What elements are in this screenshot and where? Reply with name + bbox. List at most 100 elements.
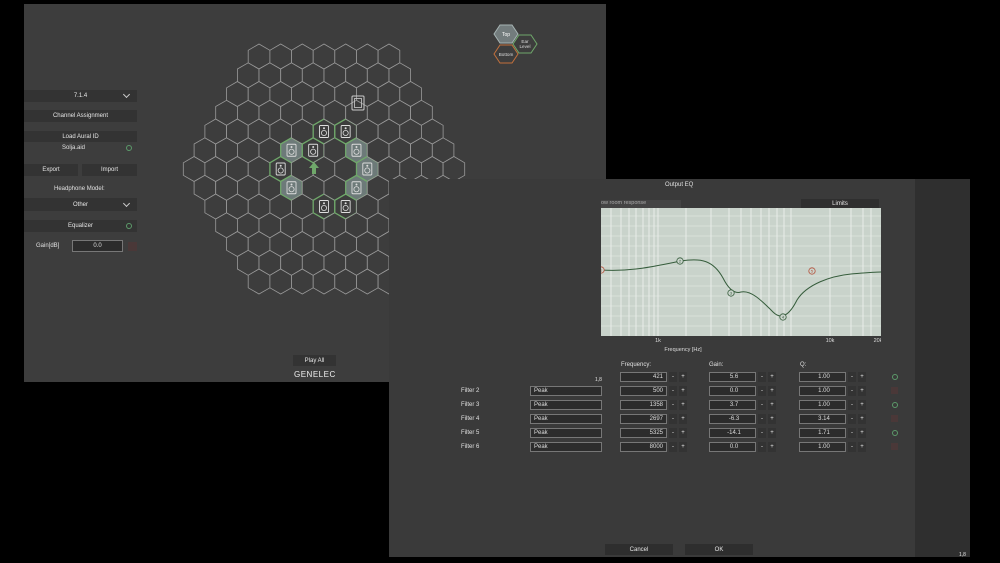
ok-button[interactable]: OK [685,544,753,555]
frequency-decrement-button[interactable]: - [669,428,677,438]
frequency-increment-button[interactable]: + [679,400,687,410]
filter-row: Filter 3 Peak 1358- +3.7- +1.00- + [389,400,915,411]
equalizer-button[interactable]: Equalizer [24,220,137,232]
gain-input[interactable]: 0.0 [72,240,123,252]
frequency-value: 1358 [649,402,663,408]
headphone-model-select[interactable]: Other [24,198,137,211]
q-decrement-button[interactable]: - [848,400,856,410]
frequency-decrement-button[interactable]: - [669,372,677,382]
filter-enable-icon[interactable] [892,430,898,436]
filter-type-select[interactable]: Peak [530,400,602,410]
q-decrement-button[interactable]: - [848,414,856,424]
frequency-input[interactable]: 2697 [620,414,667,424]
gain-input[interactable]: 0.0 [709,442,756,452]
room-response-tab[interactable]: ow room response [601,200,681,208]
filter-row: Filter 5 Peak 5325- + -14.1- +1.71- + [389,428,915,439]
q-decrement-button[interactable]: - [848,372,856,382]
limits-label: Limits [832,200,848,207]
frequency-input[interactable]: 500 [620,386,667,396]
q-input[interactable]: 1.00 [799,372,846,382]
frequency-input[interactable]: 421 [620,372,667,382]
q-value: 1.00 [818,374,830,380]
import-button[interactable]: Import [82,164,137,176]
aural-status-indicator-icon [126,145,132,151]
col-q-header: Q: [800,362,807,368]
headphone-model-label: Headphone Model: [54,186,105,192]
gain-increment-button[interactable]: + [768,442,776,452]
q-input[interactable]: 1.00 [799,400,846,410]
q-input[interactable]: 1.71 [799,428,846,438]
load-aural-id-button[interactable]: Load Aural ID [24,131,137,142]
q-increment-button[interactable]: + [858,414,866,424]
q-input[interactable]: 1.00 [799,386,846,396]
filter-row-top: 421 - + 5.6 - + 1.00 - + [389,372,915,383]
frequency-increment-button[interactable]: + [679,428,687,438]
q-increment-button[interactable]: + [858,400,866,410]
q-decrement-button[interactable]: - [848,442,856,452]
q-value: 1.00 [818,388,830,394]
play-all-button[interactable]: Play All [293,355,336,366]
gain-reset-button[interactable] [128,242,137,251]
cancel-button[interactable]: Cancel [605,544,673,555]
gain-decrement-button[interactable]: - [758,400,766,410]
gain-input[interactable]: -14.1 [709,428,756,438]
gain-value: 0.0 [729,388,739,394]
gain-decrement-button[interactable]: - [758,372,766,382]
gain-value: -6.3 [728,416,740,422]
frequency-increment-button[interactable]: + [679,414,687,424]
filter-type-select[interactable]: Peak [530,386,602,396]
gain-decrement-button[interactable]: - [758,414,766,424]
ok-label: OK [714,546,724,553]
frequency-decrement-button[interactable]: - [669,414,677,424]
frequency-decrement-button[interactable]: - [669,400,677,410]
q-value: 3.14 [818,416,830,422]
frequency-input[interactable]: 1358 [620,400,667,410]
gain-input[interactable]: 3.7 [709,400,756,410]
filter-remove-button[interactable] [891,415,898,422]
q-increment-button[interactable]: + [858,442,866,452]
q-decrement-button[interactable]: - [848,428,856,438]
q-decrement-button[interactable]: - [848,386,856,396]
frequency-input[interactable]: 8000 [620,442,667,452]
gain-decrement-button[interactable]: - [758,386,766,396]
filter-remove-button[interactable] [891,443,898,450]
frequency-increment-button[interactable]: + [679,386,687,396]
filter-type-select[interactable]: Peak [530,442,602,452]
eq-frequency-graph[interactable]: 12345 1k 10k 20k Frequency [Hz] [601,208,881,358]
frequency-increment-button[interactable]: + [679,442,687,452]
frequency-input[interactable]: 5325 [620,428,667,438]
eq-window-title: Output EQ [665,182,694,188]
gain-increment-button[interactable]: + [768,414,776,424]
x-tick-10k: 10k [826,338,835,344]
gain-decrement-button[interactable]: - [758,442,766,452]
limits-button[interactable]: Limits [801,199,879,208]
gain-input[interactable]: 0.0 [709,386,756,396]
frequency-increment-button[interactable]: + [679,372,687,382]
gain-decrement-button[interactable]: - [758,428,766,438]
filter-type-select[interactable]: Peak [530,414,602,424]
layout-select[interactable]: 7.1.4 [24,90,137,102]
filter-enable-icon[interactable] [892,402,898,408]
channel-assignment-button[interactable]: Channel Assignment [24,110,137,122]
q-increment-button[interactable]: + [858,372,866,382]
gain-increment-button[interactable]: + [768,386,776,396]
layer-level-label: Level [520,44,531,49]
gain-increment-button[interactable]: + [768,428,776,438]
chevron-down-icon [122,199,131,208]
gain-increment-button[interactable]: + [768,400,776,410]
frequency-decrement-button[interactable]: - [669,386,677,396]
filter-enable-icon[interactable] [892,374,898,380]
q-increment-button[interactable]: + [858,386,866,396]
filter-type-select[interactable]: Peak [530,428,602,438]
gain-input[interactable]: -6.3 [709,414,756,424]
frequency-decrement-button[interactable]: - [669,442,677,452]
filter-remove-button[interactable] [891,387,898,394]
q-input[interactable]: 3.14 [799,414,846,424]
q-increment-button[interactable]: + [858,428,866,438]
equalizer-label: Equalizer [67,223,93,229]
q-input[interactable]: 1.00 [799,442,846,452]
export-button[interactable]: Export [24,164,78,176]
gain-input[interactable]: 5.6 [709,372,756,382]
gain-increment-button[interactable]: + [768,372,776,382]
equalizer-toggle-icon[interactable] [126,223,132,229]
